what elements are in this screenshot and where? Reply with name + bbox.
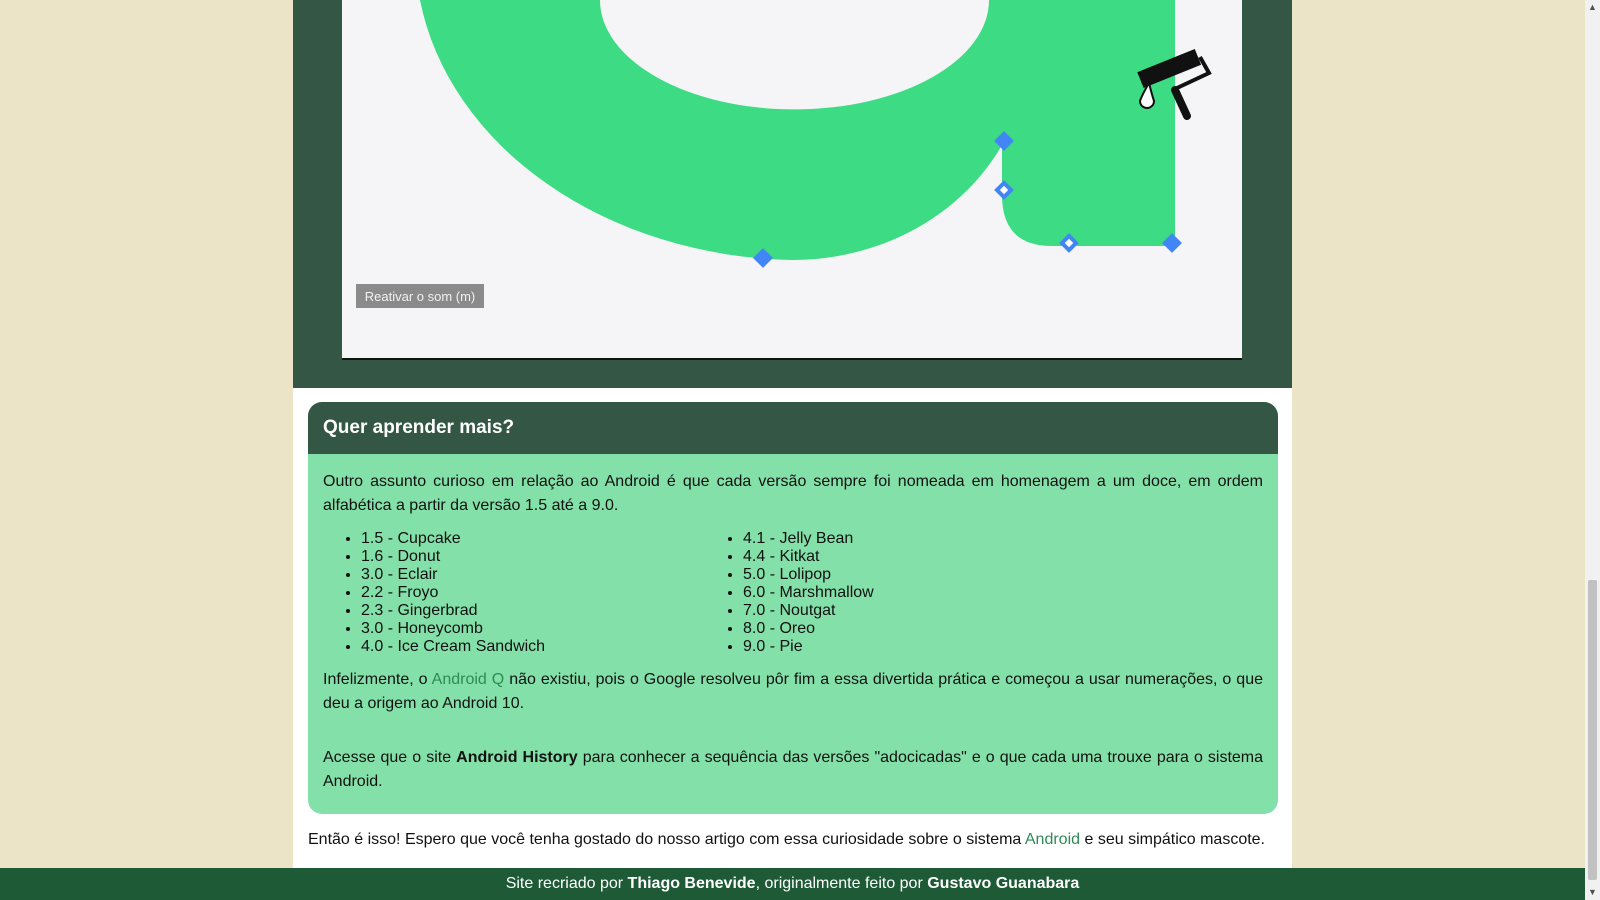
list-item: 1.5 - Cupcake <box>361 530 705 548</box>
learn-more-card: Quer aprender mais? Outro assunto curios… <box>308 402 1278 814</box>
scrollbar-thumb[interactable] <box>1588 580 1597 880</box>
unmute-button[interactable]: Reativar o som (m) <box>356 284 484 308</box>
android-history-name: Android History <box>456 749 578 766</box>
list-item: 4.1 - Jelly Bean <box>743 530 874 548</box>
animation-video[interactable]: Reativar o som (m) <box>342 0 1242 360</box>
vertical-scrollbar[interactable]: ▲ ▼ <box>1585 0 1600 900</box>
closing-paragraph: Então é isso! Espero que você tenha gost… <box>308 831 1288 849</box>
footer-original-author: Gustavo Guanabara <box>927 875 1080 892</box>
version-list-right: 4.1 - Jelly Bean 4.4 - Kitkat 5.0 - Loli… <box>705 530 874 656</box>
list-item: 2.2 - Froyo <box>361 584 705 602</box>
list-item: 9.0 - Pie <box>743 638 874 656</box>
android-q-link[interactable]: Android Q <box>432 671 505 688</box>
version-list-left: 1.5 - Cupcake 1.6 - Donut 3.0 - Eclair 2… <box>323 530 705 656</box>
list-item: 1.6 - Donut <box>361 548 705 566</box>
footer-author: Thiago Benevide <box>627 875 756 892</box>
scroll-up-arrow-icon[interactable]: ▲ <box>1585 0 1600 15</box>
q-letter-shape <box>420 0 1175 260</box>
android-history-paragraph: Acesse que o site Android History para c… <box>323 746 1263 794</box>
android-link[interactable]: Android <box>1025 831 1080 848</box>
paragraph-text: e seu simpático mascote. <box>1080 831 1265 848</box>
footer-text: , originalmente feito por <box>755 875 928 892</box>
paragraph-text: Então é isso! Espero que você tenha gost… <box>308 831 1025 848</box>
video-section: Reativar o som (m) <box>293 0 1292 388</box>
list-item: 6.0 - Marshmallow <box>743 584 874 602</box>
list-item: 3.0 - Honeycomb <box>361 620 705 638</box>
paragraph-text: Acesse que o site <box>323 749 457 766</box>
list-item: 8.0 - Oreo <box>743 620 874 638</box>
intro-paragraph: Outro assunto curioso em relação ao Andr… <box>323 473 1263 514</box>
version-lists: 1.5 - Cupcake 1.6 - Donut 3.0 - Eclair 2… <box>323 530 1263 656</box>
scroll-down-arrow-icon[interactable]: ▼ <box>1585 885 1600 900</box>
list-item: 4.0 - Ice Cream Sandwich <box>361 638 705 656</box>
list-item: 4.4 - Kitkat <box>743 548 874 566</box>
list-item: 2.3 - Gingerbrad <box>361 602 705 620</box>
paragraph-text: Infelizmente, o <box>323 671 432 688</box>
site-footer: Site recriado por Thiago Benevide, origi… <box>0 868 1585 900</box>
card-heading: Quer aprender mais? <box>308 402 1278 454</box>
footer-text: Site recriado por <box>505 875 628 892</box>
bezier-control-icon <box>994 180 1014 200</box>
android-q-paragraph: Infelizmente, o Android Q não existiu, p… <box>323 668 1263 716</box>
list-item: 7.0 - Noutgat <box>743 602 874 620</box>
page-container: Reativar o som (m) Quer aprender mais? O… <box>293 0 1292 900</box>
list-item: 5.0 - Lolipop <box>743 566 874 584</box>
card-body: Outro assunto curioso em relação ao Andr… <box>308 454 1278 794</box>
bezier-control-icon <box>1059 233 1079 253</box>
list-item: 3.0 - Eclair <box>361 566 705 584</box>
